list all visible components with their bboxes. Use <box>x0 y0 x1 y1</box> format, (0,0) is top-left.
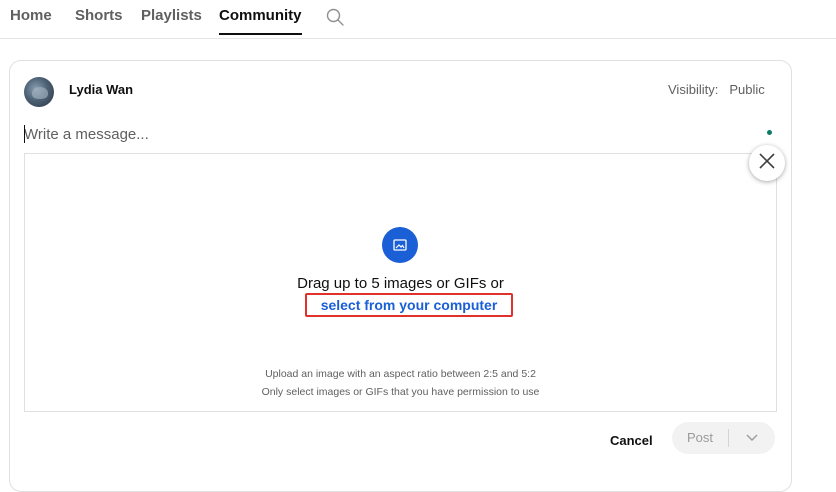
tab-community[interactable]: Community <box>219 7 302 35</box>
permission-hint: Only select images or GIFs that you have… <box>261 386 540 398</box>
tab-home[interactable]: Home <box>10 7 52 33</box>
visibility-value: Public <box>729 82 765 97</box>
status-dot <box>767 130 772 135</box>
image-upload-area[interactable]: Drag up to 5 images or GIFs or select fr… <box>24 153 777 412</box>
select-from-computer-link[interactable]: select from your computer <box>305 293 513 317</box>
avatar <box>24 77 54 107</box>
drag-instructions: Drag up to 5 images or GIFs or <box>297 275 504 292</box>
search-icon[interactable] <box>325 7 345 27</box>
visibility-selector[interactable]: Visibility: Public <box>668 82 765 97</box>
close-button[interactable] <box>749 145 785 181</box>
cancel-button[interactable]: Cancel <box>610 430 653 451</box>
message-input[interactable] <box>24 123 764 145</box>
post-button[interactable]: Post <box>672 422 728 454</box>
chevron-down-icon <box>745 429 759 447</box>
text-cursor <box>24 125 25 143</box>
visibility-label: Visibility: <box>668 82 719 97</box>
post-options-button[interactable] <box>729 422 775 454</box>
tab-playlists[interactable]: Playlists <box>141 7 202 33</box>
tab-shorts[interactable]: Shorts <box>75 7 123 33</box>
aspect-ratio-hint: Upload an image with an aspect ratio bet… <box>265 368 536 380</box>
channel-name: Lydia Wan <box>69 82 134 97</box>
close-icon <box>758 152 776 175</box>
post-button-group: Post <box>672 422 775 454</box>
channel-tabs: Home Shorts Playlists Community <box>0 0 836 39</box>
create-post-card: Lydia Wan Visibility: Public Drag up to 5… <box>9 60 792 492</box>
image-icon <box>382 227 418 263</box>
